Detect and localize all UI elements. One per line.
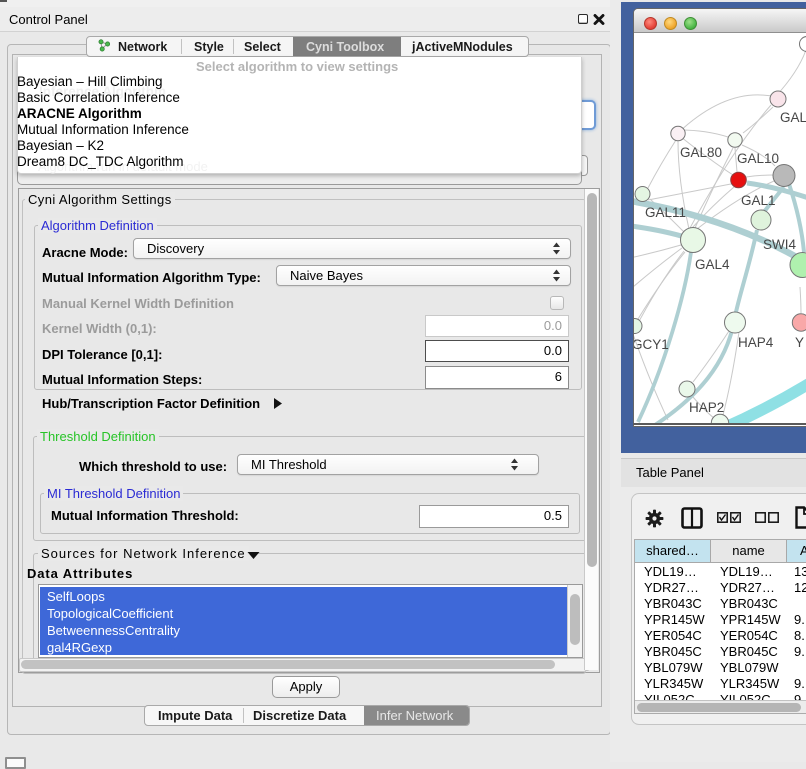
svg-text:SWI4: SWI4 — [763, 237, 796, 252]
svg-text:GAL11: GAL11 — [645, 205, 686, 220]
svg-text:GAL80: GAL80 — [680, 145, 722, 160]
svg-text:Y: Y — [795, 335, 804, 350]
svg-text:HAP4: HAP4 — [738, 335, 774, 350]
svg-text:GAL: GAL — [780, 110, 806, 125]
svg-text:GAL10: GAL10 — [737, 151, 779, 166]
svg-text:GCY1: GCY1 — [634, 337, 669, 352]
svg-text:HAP2: HAP2 — [689, 400, 724, 415]
svg-text:GAL4: GAL4 — [695, 257, 730, 272]
svg-text:GAL1: GAL1 — [741, 193, 776, 208]
